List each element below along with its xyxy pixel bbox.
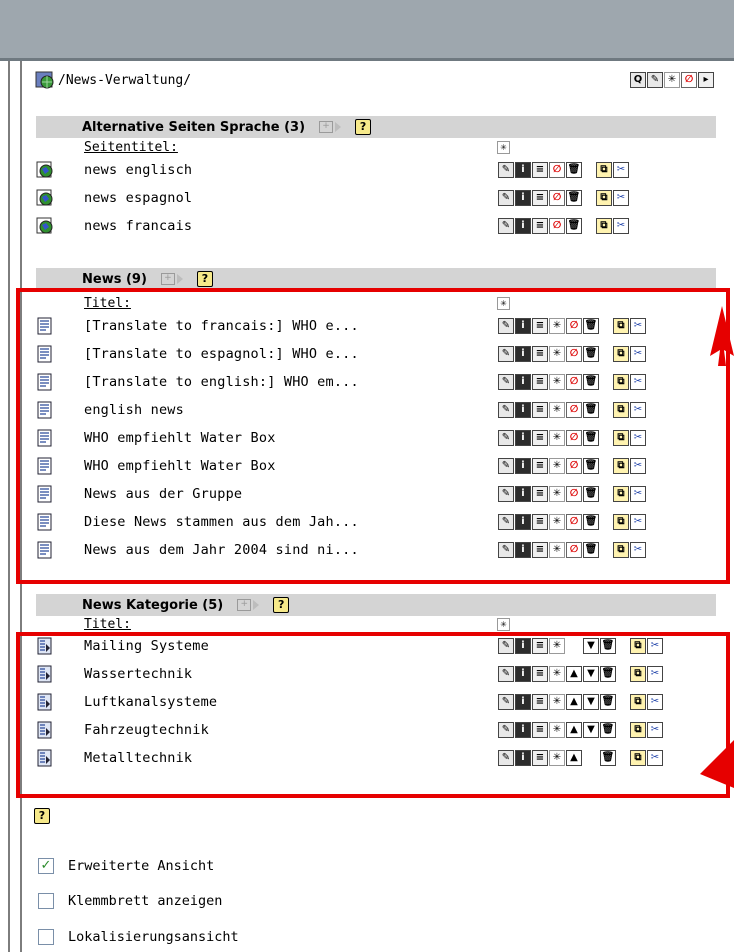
- arrow-right-icon[interactable]: [335, 122, 342, 132]
- history-icon[interactable]: ≡: [532, 162, 548, 178]
- checkbox[interactable]: [38, 893, 54, 909]
- arrow-right-icon[interactable]: [253, 600, 260, 610]
- hide-icon[interactable]: ∅: [549, 218, 565, 234]
- breadcrumb-path[interactable]: /News-Verwaltung/: [58, 73, 191, 88]
- page-globe-icon: [36, 217, 53, 234]
- column-header: Titel: ✳: [36, 616, 716, 632]
- expand-icon[interactable]: +: [160, 273, 175, 285]
- delete-icon[interactable]: 🗑: [566, 162, 582, 178]
- page-action-icons: Q ✎ ✳ ∅ ▸: [630, 72, 714, 88]
- list-item[interactable]: news espagnol ✎ i ≡ ∅ 🗑 ⧉ ✂: [36, 184, 716, 212]
- expand-icon[interactable]: +: [319, 121, 334, 133]
- list-item[interactable]: news englisch ✎ i ≡ ∅ 🗑 ⧉ ✂: [36, 156, 716, 184]
- hide-icon[interactable]: ∅: [549, 162, 565, 178]
- hide-icon[interactable]: ∅: [681, 72, 697, 88]
- row-title[interactable]: news francais: [84, 218, 192, 234]
- row-title[interactable]: news espagnol: [84, 190, 192, 206]
- row-title[interactable]: news englisch: [84, 162, 192, 178]
- help-icon[interactable]: ?: [34, 808, 50, 824]
- info-icon[interactable]: i: [515, 190, 531, 206]
- help-icon[interactable]: ?: [355, 119, 372, 135]
- option-label[interactable]: Klemmbrett anzeigen: [68, 893, 222, 909]
- cut-icon[interactable]: ✂: [613, 190, 629, 206]
- new-record-icon[interactable]: ✳: [497, 617, 510, 631]
- breadcrumb: /News-Verwaltung/: [34, 66, 191, 94]
- highlight-box-categories: [16, 632, 730, 798]
- info-icon[interactable]: i: [515, 162, 531, 178]
- option-label[interactable]: Lokalisierungsansicht: [68, 929, 239, 945]
- delete-icon[interactable]: 🗑: [566, 218, 582, 234]
- page-globe-icon: [35, 71, 54, 89]
- copy-icon[interactable]: ⧉: [596, 190, 612, 206]
- row-actions: ✎ i ≡ ∅ 🗑 ⧉ ✂: [498, 218, 629, 234]
- edit-icon[interactable]: ✎: [498, 162, 514, 178]
- section-header: News Kategorie (5) + ?: [36, 594, 716, 616]
- edit-icon[interactable]: ✎: [647, 72, 663, 88]
- section-alternative-pages: Alternative Seiten Sprache (3) + ? Seite…: [36, 116, 716, 240]
- history-icon[interactable]: ≡: [532, 218, 548, 234]
- section-title: News (9): [82, 271, 147, 287]
- option-label[interactable]: Erweiterte Ansicht: [68, 858, 214, 874]
- section-title: Alternative Seiten Sprache (3): [82, 119, 306, 135]
- edit-icon[interactable]: ✎: [498, 218, 514, 234]
- hide-icon[interactable]: ∅: [549, 190, 565, 206]
- info-icon[interactable]: i: [515, 218, 531, 234]
- highlight-box-news: [16, 288, 730, 584]
- column-header: Seitentitel: ✳: [36, 138, 716, 156]
- view-page-icon[interactable]: ▸: [698, 72, 714, 88]
- section-header: News (9) + ?: [36, 268, 716, 290]
- option-localization-view[interactable]: Lokalisierungsansicht: [38, 929, 239, 945]
- page-globe-icon: [36, 161, 53, 178]
- help-icon[interactable]: ?: [196, 271, 213, 287]
- section-header: Alternative Seiten Sprache (3) + ?: [36, 116, 716, 138]
- option-clipboard[interactable]: Klemmbrett anzeigen: [38, 893, 222, 909]
- checkbox-checked[interactable]: ✓: [38, 858, 54, 874]
- column-title[interactable]: Seitentitel:: [84, 140, 497, 155]
- copy-icon[interactable]: ⧉: [596, 218, 612, 234]
- edit-icon[interactable]: ✎: [498, 190, 514, 206]
- expand-icon[interactable]: +: [237, 599, 252, 611]
- list-item[interactable]: news francais ✎ i ≡ ∅ 🗑 ⧉ ✂: [36, 212, 716, 240]
- row-actions: ✎ i ≡ ∅ 🗑 ⧉ ✂: [498, 190, 629, 206]
- option-extended-view[interactable]: ✓ Erweiterte Ansicht: [38, 858, 214, 874]
- column-title[interactable]: Titel:: [84, 617, 497, 632]
- top-toolbar: [0, 0, 734, 61]
- page-globe-icon: [36, 189, 53, 206]
- frame-divider: [8, 61, 10, 952]
- help-icon[interactable]: ?: [273, 597, 290, 613]
- history-icon[interactable]: ≡: [532, 190, 548, 206]
- search-icon[interactable]: Q: [630, 72, 646, 88]
- checkbox[interactable]: [38, 929, 54, 945]
- section-title: News Kategorie (5): [82, 597, 224, 613]
- delete-icon[interactable]: 🗑: [566, 190, 582, 206]
- new-record-icon[interactable]: ✳: [664, 72, 680, 88]
- copy-icon[interactable]: ⧉: [596, 162, 612, 178]
- pointer-arrow-icon: [710, 306, 734, 366]
- cut-icon[interactable]: ✂: [613, 162, 629, 178]
- arrow-right-icon[interactable]: [176, 274, 183, 284]
- pointer-arrow-icon: [700, 740, 734, 788]
- row-actions: ✎ i ≡ ∅ 🗑 ⧉ ✂: [498, 162, 629, 178]
- cut-icon[interactable]: ✂: [613, 218, 629, 234]
- new-record-icon[interactable]: ✳: [497, 140, 510, 154]
